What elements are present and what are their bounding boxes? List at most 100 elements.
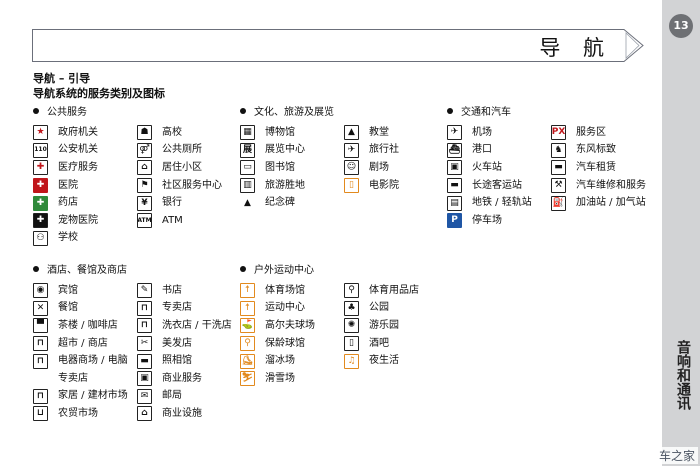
list-item: ▲ 纪念碑: [240, 194, 344, 212]
category-label: 体育场馆: [265, 284, 305, 296]
list-item: ✎ 书店: [137, 282, 232, 300]
category-list: ✈ 机场 ⛴ 港口 ▣ 火车站 ▬ 长途客运站 ▤ 地铁 / 轻轨站 P 停车场: [447, 124, 551, 230]
category-label: 体育用品店: [369, 284, 419, 296]
theater-icon: ☺: [344, 160, 359, 176]
category-list: ✎ 书店 ⊓ 专卖店 ⊓ 洗衣店 / 干洗店 ✂ 美发店 ▬ 照相馆 ▣ 商业服务 ✉ 邮局 ⌂ 商业设施: [137, 282, 232, 423]
list-item: 展展览中心: [240, 142, 344, 160]
category-label: 滑雪场: [265, 372, 295, 384]
list-item: ▣ 商业服务: [137, 370, 232, 388]
category-label: 图书馆: [265, 161, 295, 173]
list-item: ▬ 汽车租赁: [551, 159, 646, 177]
page-number-badge: 13: [669, 14, 693, 38]
category-label: 汽车维修和服务: [576, 179, 646, 191]
category-label: 药店: [58, 197, 78, 209]
service-area-icon: PX: [551, 125, 566, 141]
list-item: ✉ 邮局: [137, 388, 232, 406]
list-item: ✈ 机场: [447, 124, 551, 142]
section-heading: 导航 – 引导: [33, 72, 91, 85]
bookstore-icon: ✎: [137, 283, 152, 299]
category-label: 火车站: [472, 161, 502, 173]
category-list: PX 服务区 ♞ 东风标致 ▬ 汽车租赁 ⚒ 汽车维修和服务 ⛽ 加油站 / 加气站: [551, 124, 646, 230]
bank-icon: ¥: [137, 195, 152, 211]
watermark: 车之家: [656, 447, 699, 464]
list-item: ⊓ 洗衣店 / 干洗店: [137, 317, 232, 335]
category-list: ⚲ 体育用品店 ♣ 公园 ✺ 游乐园 ▯ 酒吧 ♫ 夜生活: [344, 282, 419, 388]
category-label: 超市 / 商店: [58, 337, 108, 349]
pet-hospital-icon: ✚: [33, 213, 48, 229]
category-label: 政府机关: [58, 126, 98, 138]
library-icon: ▭: [240, 160, 255, 176]
sporting-goods-icon: ⚲: [344, 283, 359, 299]
ice-rink-icon: ⛸: [240, 353, 255, 369]
list-item: ▬ 照相馆: [137, 352, 232, 370]
farmers-market-icon: ⊔: [33, 406, 48, 422]
list-item: ▤ 地铁 / 轻轨站: [447, 194, 551, 212]
category-label: 学校: [58, 232, 78, 244]
list-item: ☨ 体育场馆: [240, 282, 344, 300]
list-item: P 停车场: [447, 212, 551, 230]
category-label: 停车场: [472, 214, 502, 226]
category-label: 书店: [162, 284, 182, 296]
category-label: 电影院: [369, 179, 399, 191]
list-item: ♫ 夜生活: [344, 352, 419, 370]
list-item: ▬ 长途客运站: [447, 177, 551, 195]
category-label: 汽车租赁: [576, 161, 616, 173]
restaurant-icon: ✕: [33, 300, 48, 316]
list-item: ⛽ 加油站 / 加气站: [551, 194, 646, 212]
category-label: 溜冰场: [265, 355, 295, 367]
list-item: 110 公安机关: [33, 142, 137, 160]
list-item: ⊓ 专卖店: [137, 300, 232, 318]
list-item: ✕ 餐馆: [33, 300, 137, 318]
pharmacy-icon: ✚: [33, 195, 48, 211]
bus-station-icon: ▬: [447, 178, 462, 194]
laundry-icon: ⊓: [137, 318, 152, 334]
list-item: PX 服务区: [551, 124, 646, 142]
category-label: 公共厕所: [162, 144, 202, 156]
category-label: 宠物医院: [58, 214, 98, 226]
list-item: ⚤ 公共厕所: [137, 142, 222, 160]
page-title: 导 航: [539, 36, 612, 60]
category-list: ▦ 博物馆展展览中心 ▭ 图书馆 ▥ 旅游胜地 ▲ 纪念碑: [240, 124, 344, 212]
list-item: ¥ 银行: [137, 194, 222, 212]
list-item: ⚇ 学校: [33, 230, 137, 248]
category-label: 博物馆: [265, 126, 295, 138]
section-title: 酒店、餐馆及商店: [33, 264, 232, 278]
post-office-icon: ✉: [137, 388, 152, 404]
hotel-icon: ◉: [33, 283, 48, 299]
category-label: ATM: [162, 214, 183, 226]
list-item: ✚ 宠物医院: [33, 212, 137, 230]
list-item: ⚒ 汽车维修和服务: [551, 177, 646, 195]
category-label: 商业服务: [162, 372, 202, 384]
section-outdoor-sports: 户外运动中心 ☨ 体育场馆 ☨ 运动中心 ⛳ 高尔夫球场 ⚲ 保龄球馆 ⛸ 溜冰场 ⛷ 滑雪场 ⚲ 体育…: [240, 264, 419, 388]
dongfeng-peugeot-icon: ♞: [551, 142, 566, 158]
list-item: ⊓ 超市 / 商店: [33, 335, 137, 353]
list-item: ▦ 博物馆: [240, 124, 344, 142]
category-label: 邮局: [162, 390, 182, 402]
category-label: 运动中心: [265, 302, 305, 314]
section-title: 公共服务: [33, 106, 222, 120]
list-item: ⛸ 溜冰场: [240, 352, 344, 370]
government-office-icon: ★: [33, 125, 48, 141]
category-label: 高尔夫球场: [265, 319, 315, 331]
category-label: 电器商场 / 电脑: [58, 355, 128, 367]
list-item: ▭ 图书馆: [240, 159, 344, 177]
cinema-icon: ▯: [344, 178, 359, 194]
list-item: ⌂ 商业设施: [137, 405, 232, 423]
list-item: ☗ 高校: [137, 124, 222, 142]
category-label: 餐馆: [58, 302, 78, 314]
category-label: 展览中心: [265, 144, 305, 156]
category-label: 夜生活: [369, 355, 399, 367]
list-item: ♣ 公园: [344, 300, 419, 318]
sports-center-icon: ☨: [240, 300, 255, 316]
list-item: ⊓ 家居 / 建材市场: [33, 388, 137, 406]
category-list: ★ 政府机关 110 公安机关 ✚ 医疗服务 ✚ 医院 ✚ 药店 ✚ 宠物医院 ⚇ 学校: [33, 124, 137, 247]
bowling-alley-icon: ⚲: [240, 336, 255, 352]
category-label: 医院: [58, 179, 78, 191]
photo-studio-icon: ▬: [137, 353, 152, 369]
hair-salon-icon: ✂: [137, 336, 152, 352]
parking-icon: P: [447, 213, 462, 229]
railway-station-icon: ▣: [447, 160, 462, 176]
park-icon: ♣: [344, 300, 359, 316]
police-icon: 110: [33, 142, 48, 158]
hospital-icon: ✚: [33, 178, 48, 194]
